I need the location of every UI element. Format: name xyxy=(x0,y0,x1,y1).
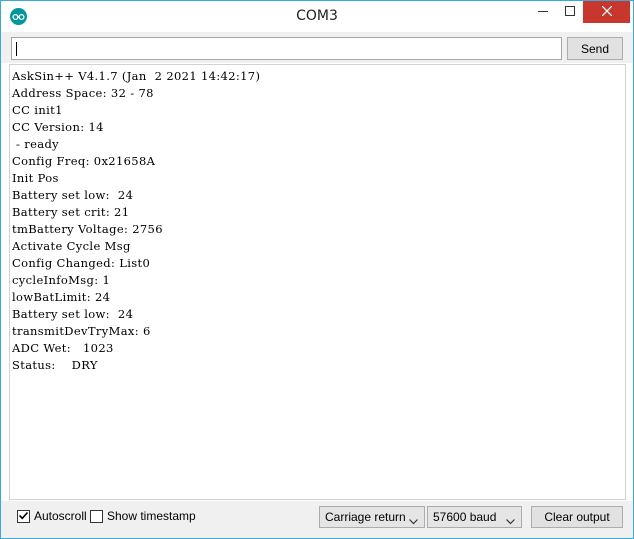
output-line: Config Freq: 0x21658A xyxy=(12,154,156,168)
maximize-icon xyxy=(564,5,575,19)
baud-rate-select[interactable]: 57600 baud xyxy=(427,506,522,528)
output-line: Activate Cycle Msg xyxy=(12,239,131,253)
output-line: AskSin++ V4.1.7 (Jan 2 2021 14:42:17) xyxy=(12,69,261,83)
serial-output[interactable]: AskSin++ V4.1.7 (Jan 2 2021 14:42:17) Ad… xyxy=(9,64,626,500)
send-input[interactable] xyxy=(11,37,562,60)
show-timestamp-label[interactable]: Show timestamp xyxy=(107,509,196,523)
output-line: Status: DRY xyxy=(12,358,98,372)
minimize-icon xyxy=(537,5,548,19)
output-line: - ready xyxy=(12,137,60,151)
output-line: Config Changed: List0 xyxy=(12,256,151,270)
output-line: ADC Wet: 1023 xyxy=(12,341,114,355)
minimize-button[interactable] xyxy=(529,1,556,23)
output-line: CC Version: 14 xyxy=(12,120,104,134)
output-line: tmBattery Voltage: 2756 xyxy=(12,222,163,236)
chevron-down-icon xyxy=(506,514,515,528)
output-line: Init Pos xyxy=(12,171,59,185)
baud-rate-value: 57600 baud xyxy=(433,510,497,524)
output-line: Battery set low: 24 xyxy=(12,188,134,202)
check-icon xyxy=(18,510,29,524)
text-caret xyxy=(16,42,17,56)
maximize-button[interactable] xyxy=(556,1,583,23)
clear-output-button[interactable]: Clear output xyxy=(531,506,623,528)
output-line: Battery set low: 24 xyxy=(12,307,134,321)
output-line: lowBatLimit: 24 xyxy=(12,290,111,304)
close-icon xyxy=(601,5,612,19)
bottom-toolbar: Autoscroll Show timestamp Carriage retur… xyxy=(1,501,633,538)
output-line: CC init1 xyxy=(12,103,63,117)
output-line: transmitDevTryMax: 6 xyxy=(12,324,151,338)
chevron-down-icon xyxy=(409,514,418,528)
close-button[interactable] xyxy=(583,1,630,23)
autoscroll-label[interactable]: Autoscroll xyxy=(34,509,87,523)
output-line: Address Space: 32 - 78 xyxy=(12,86,154,100)
serial-monitor-window: COM3 Send AskSin++ V4.1.7 (Jan 2 2021 14… xyxy=(0,0,634,539)
output-line: cycleInfoMsg: 1 xyxy=(12,273,111,287)
show-timestamp-checkbox[interactable] xyxy=(90,510,103,523)
send-row: Send xyxy=(1,32,633,63)
output-line: Battery set crit: 21 xyxy=(12,205,130,219)
send-button[interactable]: Send xyxy=(567,37,623,60)
line-ending-value: Carriage return xyxy=(325,510,406,524)
title-bar[interactable]: COM3 xyxy=(1,1,633,32)
line-ending-select[interactable]: Carriage return xyxy=(319,506,425,528)
autoscroll-checkbox[interactable] xyxy=(17,510,30,523)
